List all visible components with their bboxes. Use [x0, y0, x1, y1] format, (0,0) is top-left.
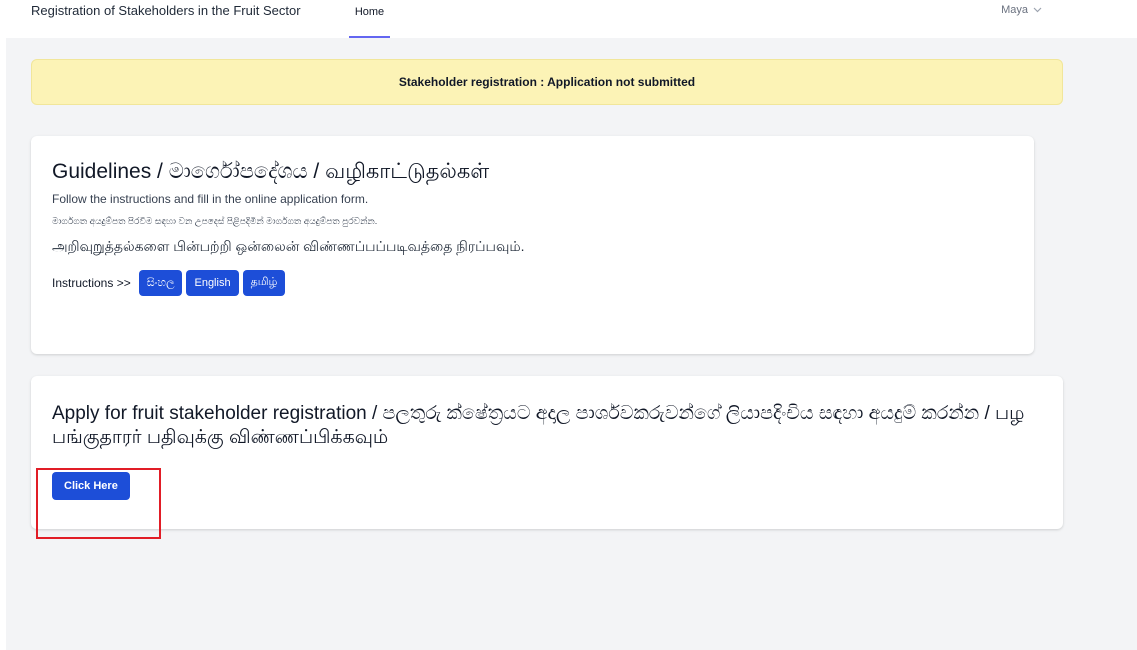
nav-home-label: Home [354, 6, 385, 18]
user-name: Maya [1001, 4, 1028, 16]
status-banner: Stakeholder registration : Application n… [31, 59, 1063, 105]
instructions-sinhala-button[interactable]: සිංහල [138, 270, 183, 296]
top-navbar: Registration of Stakeholders in the Frui… [0, 0, 1137, 38]
status-banner-text: Stakeholder registration : Application n… [398, 75, 696, 89]
user-menu[interactable]: Maya [1001, 4, 1042, 16]
instructions-label: Instructions >> [52, 276, 131, 290]
apply-card: Apply for fruit stakeholder registration… [31, 376, 1063, 529]
instructions-row: Instructions >> සිංහල English தமிழ் [52, 270, 1013, 296]
apply-title: Apply for fruit stakeholder registration… [52, 403, 1025, 448]
main-content: Stakeholder registration : Application n… [6, 38, 1137, 650]
instructions-english-button[interactable]: English [186, 270, 239, 296]
highlight-box [36, 468, 161, 539]
instructions-tamil-button[interactable]: தமிழ் [242, 270, 286, 296]
guidelines-card: Guidelines / මාර්ගෝපදේශය / வழிகாட்டுதல்க… [31, 136, 1034, 354]
guidelines-text-tamil: அறிவுறுத்தல்களை பின்பற்றி ஒன்லைன் விண்ணப… [52, 238, 525, 254]
guidelines-text-english: Follow the instructions and fill in the … [52, 192, 369, 206]
guidelines-text-sinhala: මාර්ගගත අයදුම්පත පිරවීම සඳහා වන උපදෙස් ප… [52, 216, 378, 226]
nav-item-home[interactable]: Home [349, 0, 390, 38]
app-title: Registration of Stakeholders in the Frui… [31, 3, 301, 18]
guidelines-title: Guidelines / මාර්ගෝපදේශය / வழிகாட்டுதல்க… [52, 160, 490, 183]
chevron-down-icon [1033, 7, 1042, 13]
